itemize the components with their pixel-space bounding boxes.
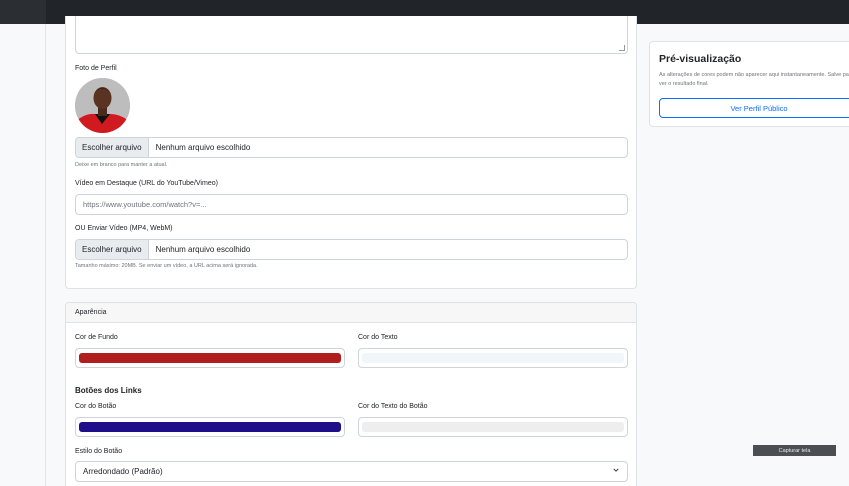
photo-help-text: Deixe em branco para manter a atual. (75, 162, 168, 168)
appearance-header-title: Aparência (75, 309, 107, 316)
video-choose-file-button[interactable]: Escolher arquivo (76, 240, 149, 259)
button-style-value: Arredondado (Padrão) (83, 467, 163, 476)
bio-textarea[interactable] (75, 16, 628, 54)
bg-color-label: Cor de Fundo (75, 334, 118, 341)
text-color-label: Cor do Texto (358, 334, 398, 341)
button-text-color-swatch (362, 422, 624, 432)
text-color-picker[interactable] (358, 348, 628, 368)
button-text-color-label: Cor do Texto do Botão (358, 403, 428, 410)
preview-title: Pré-visualização (659, 53, 742, 65)
left-margin (0, 24, 46, 486)
appearance-card: Aparência Cor de Fundo Cor do Texto Botõ… (65, 302, 637, 486)
button-color-picker[interactable] (75, 417, 345, 437)
preview-card: Pré-visualização As alterações de cores … (649, 41, 849, 127)
button-text-color-picker[interactable] (358, 417, 628, 437)
capture-screen-button[interactable]: Capturar tela (753, 445, 836, 456)
video-url-placeholder: https://www.youtube.com/watch?v=... (83, 200, 207, 209)
button-style-label: Estilo do Botão (75, 448, 123, 455)
navbar-brand-area (0, 0, 46, 24)
appearance-header: Aparência (66, 303, 636, 323)
bg-color-swatch (79, 353, 341, 363)
video-file-name: Nenhum arquivo escolhido (155, 245, 251, 254)
profile-photo (75, 78, 130, 133)
view-public-profile-button[interactable]: Ver Perfil Público (659, 98, 849, 118)
video-url-input[interactable]: https://www.youtube.com/watch?v=... (75, 194, 628, 215)
profile-card: Foto de Perfil Escolher arquivo Nenhum a… (65, 16, 637, 289)
button-color-swatch (79, 422, 341, 432)
profile-photo-image (75, 78, 130, 133)
photo-file-input[interactable]: Escolher arquivo Nenhum arquivo escolhid… (75, 137, 628, 158)
video-upload-label: OU Enviar Vídeo (MP4, WebM) (75, 225, 173, 232)
photo-label: Foto de Perfil (75, 65, 117, 72)
photo-choose-file-button[interactable]: Escolher arquivo (76, 138, 149, 157)
video-file-input[interactable]: Escolher arquivo Nenhum arquivo escolhid… (75, 239, 628, 260)
video-help-text: Tamanho máximo: 20MB. Se enviar um vídeo… (75, 263, 258, 269)
links-buttons-title: Botões dos Links (75, 386, 142, 395)
button-color-label: Cor do Botão (75, 403, 117, 410)
photo-file-name: Nenhum arquivo escolhido (155, 143, 251, 152)
text-color-swatch (362, 353, 624, 363)
button-style-select[interactable]: Arredondado (Padrão) (75, 461, 628, 482)
bg-color-picker[interactable] (75, 348, 345, 368)
chevron-down-icon (613, 468, 619, 472)
video-url-label: Vídeo em Destaque (URL do YouTube/Vimeo) (75, 180, 218, 187)
resize-handle-icon[interactable] (619, 45, 625, 51)
preview-help-text: As alterações de cores podem não aparece… (659, 72, 849, 87)
